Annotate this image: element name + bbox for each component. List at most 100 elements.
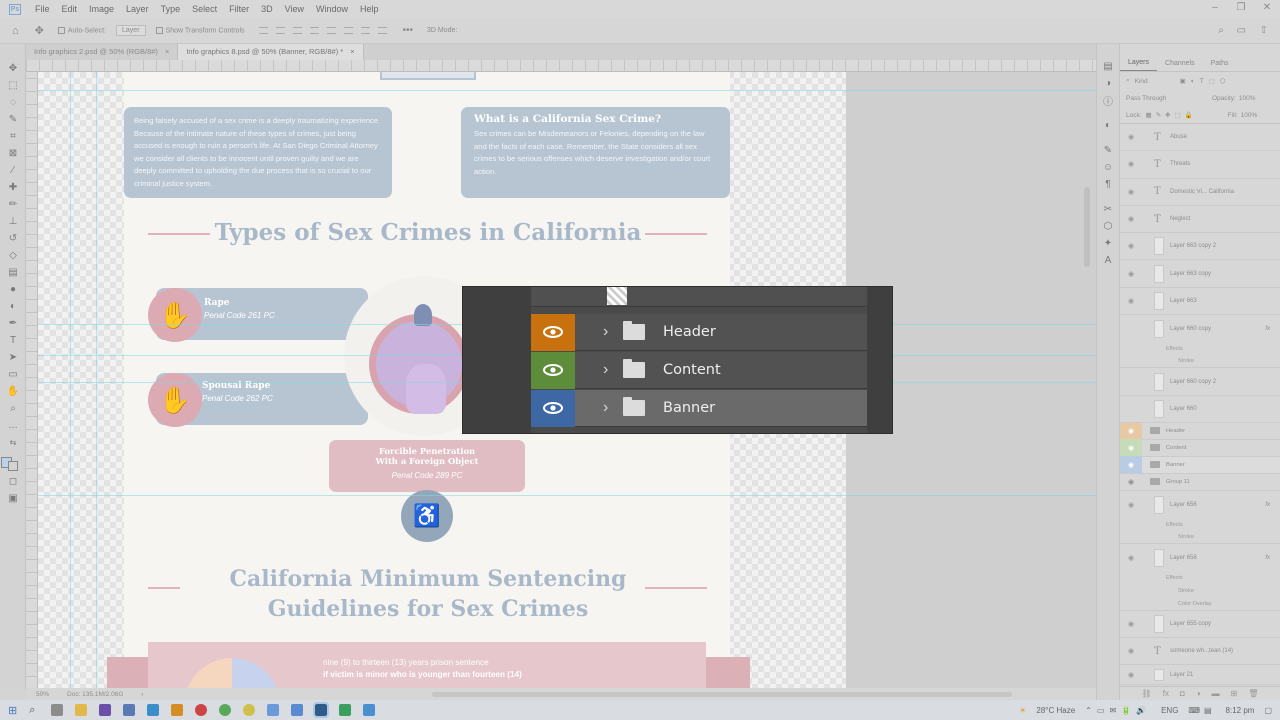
app-icon[interactable] <box>195 704 208 716</box>
history-icon[interactable]: ▤ <box>1097 58 1119 75</box>
layer-row[interactable]: ◉ Layer 21 <box>1120 665 1280 686</box>
blur-tool-icon[interactable]: ● <box>0 281 26 298</box>
search-icon[interactable]: ⌕ <box>29 704 35 717</box>
eye-icon[interactable]: ◉ <box>1120 215 1142 223</box>
3d-icon[interactable]: ⬡ <box>1097 218 1119 235</box>
add-mask-icon[interactable]: ◘ <box>1180 689 1185 698</box>
eye-icon[interactable]: ◉ <box>1120 160 1142 168</box>
menu-3d[interactable]: 3D <box>255 4 279 14</box>
adjustments-icon[interactable]: ◐ <box>1097 117 1119 134</box>
paragraph-icon[interactable]: ¶ <box>1097 176 1119 193</box>
canvas-scrollbar[interactable] <box>1084 187 1090 267</box>
chevron-right-icon[interactable]: › <box>603 323 623 341</box>
effects-row[interactable]: Effects <box>1120 572 1280 585</box>
notification-icon[interactable]: ▢ <box>1264 706 1272 715</box>
layer-row[interactable]: ◉ T Domestic Vi... California <box>1120 179 1280 206</box>
chevron-right-icon[interactable]: › <box>603 361 623 379</box>
layer-row[interactable]: ◉ Layer 663 copy <box>1120 260 1280 288</box>
menu-type[interactable]: Type <box>155 4 187 14</box>
quick-select-tool-icon[interactable]: ✎ <box>0 111 26 128</box>
group-row-group-11[interactable]: ◉ Group 11 <box>1120 474 1280 491</box>
layer-row[interactable]: ◉ Layer 663 <box>1120 288 1280 316</box>
layer-row[interactable]: Layer 660 copy fx <box>1120 315 1280 342</box>
new-layer-icon[interactable]: ⊞ <box>1231 689 1238 698</box>
zoom-tool-icon[interactable]: ⌕ <box>0 400 26 417</box>
layer-row[interactable]: ◉ Layer 663 copy 2 <box>1120 233 1280 261</box>
close-window-button[interactable]: ✕ <box>1254 0 1280 18</box>
shape-tool-icon[interactable]: ▭ <box>0 366 26 383</box>
styles-icon[interactable]: ✦ <box>1097 235 1119 252</box>
app-icon[interactable] <box>291 704 304 716</box>
group-row-header[interactable]: ◉ Header <box>1120 422 1280 440</box>
layer-row[interactable]: ◉ Layer 655 copy <box>1120 611 1280 638</box>
dodge-tool-icon[interactable]: ◐ <box>0 298 26 315</box>
edge-icon[interactable] <box>147 704 160 716</box>
delete-layer-icon[interactable]: 🗑 <box>1248 689 1258 698</box>
eye-icon[interactable]: ◉ <box>1120 671 1142 679</box>
brush-settings-icon[interactable]: ✎ <box>1097 142 1119 159</box>
horizontal-scrollbar[interactable] <box>431 691 1012 697</box>
filter-icons[interactable]: ▣◐T⬚⬡ <box>1180 77 1231 85</box>
layer-row[interactable]: ◉ Layer 656 fx <box>1120 491 1280 518</box>
layer-row[interactable]: ◉ Layer 658 fx <box>1120 544 1280 571</box>
swap-colors-icon[interactable]: ⇆ <box>0 434 26 451</box>
weather-text[interactable]: 28°C Haze <box>1036 706 1075 715</box>
eye-icon[interactable]: ◉ <box>1120 242 1142 250</box>
layer-row[interactable]: ◉ T Threats <box>1120 151 1280 179</box>
zoom-group-banner[interactable]: › Banner <box>531 389 867 427</box>
more-tools-icon[interactable]: … <box>0 417 26 434</box>
menu-edit[interactable]: Edit <box>56 4 84 14</box>
people-icon[interactable]: ☺ <box>1097 159 1119 176</box>
eye-icon[interactable]: ◉ <box>1120 501 1142 509</box>
quick-mask-icon[interactable]: ◻ <box>0 473 26 490</box>
fx-icon[interactable]: fx <box>1265 555 1270 561</box>
adjustment-layer-icon[interactable]: ◑ <box>1196 689 1201 698</box>
eye-icon[interactable]: ◉ <box>1120 422 1142 440</box>
layer-row[interactable]: Layer 660 copy 2 <box>1120 368 1280 396</box>
eye-icon[interactable]: ◉ <box>1120 439 1142 457</box>
stroke-effect-row[interactable]: Stroke <box>1120 355 1280 369</box>
tab-layers[interactable]: Layers <box>1120 59 1158 71</box>
lock-icons[interactable]: ▦✎✥⬚🔒 <box>1146 111 1228 119</box>
tab-info-graphics-8[interactable]: Info graphics 8.psd @ 50% (Banner, RGB/8… <box>178 44 364 60</box>
pen-tool-icon[interactable]: ✒ <box>0 315 26 332</box>
eye-icon[interactable]: ◉ <box>1120 647 1142 655</box>
color-overlay-effect-row[interactable]: Color Overlay <box>1120 598 1280 611</box>
fill-value[interactable]: 100% <box>1241 112 1258 119</box>
history-brush-icon[interactable]: ↺ <box>0 230 26 247</box>
group-row-banner[interactable]: ◉ Banner <box>1120 456 1280 474</box>
fx-icon[interactable]: fx <box>1265 502 1270 508</box>
weather-icon[interactable]: ☀ <box>1019 706 1026 715</box>
healing-brush-icon[interactable]: ✚ <box>0 179 26 196</box>
marquee-tool-icon[interactable]: ⬚ <box>0 77 26 94</box>
show-transform-checkbox[interactable]: Show Transform Controls <box>155 26 245 34</box>
effects-row[interactable]: Effects <box>1120 342 1280 355</box>
more-options-icon[interactable]: ••• <box>403 25 414 36</box>
eraser-tool-icon[interactable]: ◇ <box>0 247 26 264</box>
eye-icon[interactable] <box>531 351 575 389</box>
eye-icon[interactable]: ◉ <box>1120 620 1142 628</box>
app-icon[interactable] <box>267 704 280 716</box>
task-view-icon[interactable] <box>51 704 64 716</box>
brush-tool-icon[interactable]: ✏ <box>0 196 26 213</box>
eye-icon[interactable]: ◉ <box>1120 188 1142 196</box>
eye-icon[interactable] <box>531 389 575 427</box>
screen-mode-icon[interactable]: ▣ <box>0 490 26 507</box>
path-select-tool-icon[interactable]: ➤ <box>0 349 26 366</box>
color-swatches-icon[interactable] <box>0 451 26 473</box>
guide-line[interactable] <box>96 72 97 688</box>
search-icon[interactable]: ⌕ <box>1218 25 1224 36</box>
tray-icons[interactable]: ⌃▭✉🔋🔊 <box>1085 706 1151 715</box>
menu-file[interactable]: File <box>29 4 56 14</box>
menu-view[interactable]: View <box>279 4 310 14</box>
guide-line[interactable] <box>70 72 71 688</box>
illustrator-icon[interactable] <box>171 704 184 716</box>
move-tool-icon[interactable]: ✥ <box>0 60 26 77</box>
tray-icons[interactable]: ⌨▤ <box>1188 706 1215 715</box>
stroke-effect-row[interactable]: Stroke <box>1120 585 1280 598</box>
fx-menu-icon[interactable]: fx <box>1163 689 1169 698</box>
filter-kind-dropdown[interactable]: Kind <box>1135 78 1175 85</box>
align-icons[interactable] <box>258 27 387 34</box>
layer-row[interactable]: ◉ T Neglect <box>1120 206 1280 234</box>
stroke-effect-row[interactable]: Stroke <box>1120 531 1280 545</box>
